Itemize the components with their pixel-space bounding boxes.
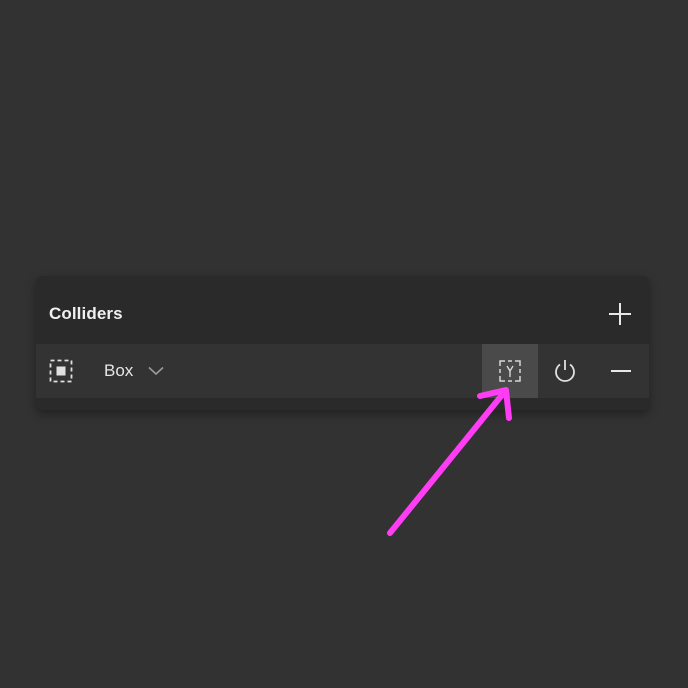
collider-row: Box	[36, 344, 649, 398]
panel-title: Colliders	[49, 304, 123, 323]
minus-icon	[611, 370, 631, 372]
chevron-down-icon	[147, 362, 165, 380]
collider-type-dropdown[interactable]: Box	[104, 357, 165, 385]
collider-type-value: Box	[104, 361, 134, 380]
toggle-collider-button[interactable]	[550, 356, 580, 386]
box-collider-icon	[48, 358, 74, 384]
plus-icon	[609, 303, 631, 325]
add-collider-button[interactable]	[606, 300, 634, 328]
edit-collider-button[interactable]	[482, 344, 538, 398]
panel-header: Colliders	[36, 276, 649, 344]
stage: Colliders Box	[0, 0, 688, 688]
edit-collider-icon	[499, 360, 521, 382]
colliders-panel: Colliders Box	[36, 276, 649, 410]
power-icon	[555, 360, 575, 382]
remove-collider-button[interactable]	[606, 356, 636, 386]
